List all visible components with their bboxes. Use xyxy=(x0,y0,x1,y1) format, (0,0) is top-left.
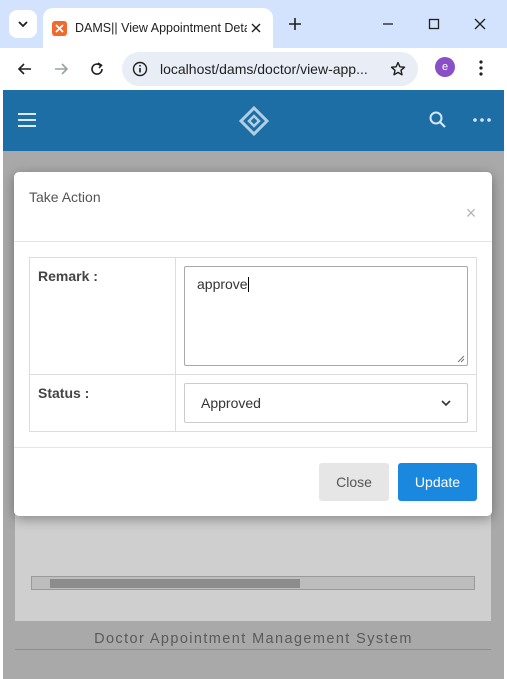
take-action-modal: Take Action × Remark : approve Status : … xyxy=(14,172,492,516)
remark-label: Remark : xyxy=(30,258,176,374)
browser-toolbar: localhost/dams/doctor/view-app... e xyxy=(0,48,507,90)
arrow-right-icon xyxy=(55,63,69,75)
address-bar[interactable]: localhost/dams/doctor/view-app... xyxy=(122,52,418,86)
bookmark-button[interactable] xyxy=(388,59,408,79)
modal-footer-divider xyxy=(14,447,492,448)
status-row: Status : Approved xyxy=(30,375,476,431)
minimize-icon xyxy=(383,23,393,25)
chevron-down-icon xyxy=(18,21,28,28)
reload-button[interactable] xyxy=(83,55,111,83)
modal-close-icon[interactable]: × xyxy=(464,204,478,222)
chevron-down-icon xyxy=(441,400,451,407)
close-icon xyxy=(251,23,261,33)
remark-row: Remark : approve xyxy=(30,258,476,375)
close-window-button[interactable] xyxy=(466,10,494,38)
maximize-icon xyxy=(428,18,440,30)
xampp-icon xyxy=(52,20,67,36)
plus-icon xyxy=(289,18,301,30)
status-select[interactable]: Approved xyxy=(184,383,468,423)
arrow-left-icon xyxy=(17,63,31,75)
browser-menu-button[interactable] xyxy=(470,56,492,80)
search-icon[interactable] xyxy=(428,110,448,130)
reload-icon xyxy=(91,62,103,75)
browser-tab-bar: DAMS|| View Appointment Detail xyxy=(0,0,507,48)
modal-header-divider xyxy=(14,241,492,242)
tab-close-button[interactable] xyxy=(247,19,265,37)
resize-handle-icon[interactable] xyxy=(457,355,465,363)
action-form-table: Remark : approve Status : Approved xyxy=(29,257,477,432)
remark-value: approve xyxy=(197,276,248,292)
background-scrollbar xyxy=(31,576,475,590)
tab-list-button[interactable] xyxy=(9,10,37,38)
text-caret xyxy=(247,277,249,292)
more-horizontal-icon[interactable] xyxy=(471,110,493,130)
more-vertical-icon xyxy=(479,60,483,76)
minimize-button[interactable] xyxy=(374,10,402,38)
browser-tab[interactable]: DAMS|| View Appointment Detail xyxy=(43,8,273,48)
info-icon xyxy=(132,61,148,77)
profile-avatar[interactable]: e xyxy=(435,57,455,77)
footer-divider xyxy=(15,649,491,650)
status-selected-value: Approved xyxy=(201,395,261,411)
new-tab-button[interactable] xyxy=(283,12,307,36)
star-icon xyxy=(390,61,406,76)
footer-text: Doctor Appointment Management System xyxy=(94,631,413,647)
modal-title: Take Action xyxy=(29,189,101,205)
maximize-button[interactable] xyxy=(420,10,448,38)
url-text[interactable]: localhost/dams/doctor/view-app... xyxy=(160,61,368,77)
hamburger-menu-icon[interactable] xyxy=(16,110,38,130)
update-button[interactable]: Update xyxy=(398,463,477,501)
tab-title: DAMS|| View Appointment Detail xyxy=(75,21,247,35)
status-label: Status : xyxy=(30,375,176,431)
app-logo-icon xyxy=(238,106,270,136)
back-button[interactable] xyxy=(11,55,39,83)
forward-button[interactable] xyxy=(47,55,75,83)
close-icon xyxy=(474,18,486,30)
app-header xyxy=(3,90,504,151)
site-info-button[interactable] xyxy=(131,60,149,78)
remark-textarea[interactable]: approve xyxy=(184,266,468,366)
close-button[interactable]: Close xyxy=(319,463,389,501)
